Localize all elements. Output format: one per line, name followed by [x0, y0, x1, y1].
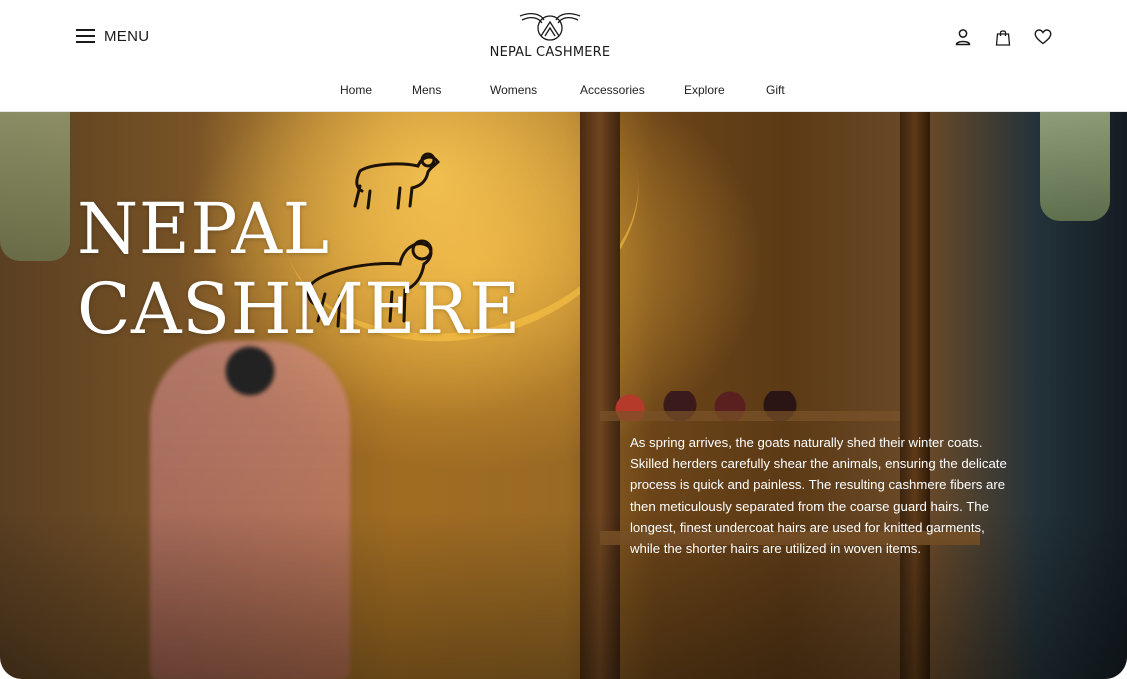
logo-text: NEPAL CASHMERE	[489, 45, 611, 60]
nav-explore[interactable]: Explore	[684, 83, 725, 97]
main-nav: Home Mens Womens Accessories Explore Gif…	[0, 83, 1127, 99]
brand-logo[interactable]: NEPAL CASHMERE	[470, 10, 630, 66]
menu-label: MENU	[104, 27, 150, 45]
hero-title-line1: NEPAL	[77, 188, 330, 270]
nav-accessories[interactable]: Accessories	[580, 83, 645, 97]
left-carving	[0, 111, 70, 261]
hamburger-icon	[76, 29, 95, 43]
shelf-upper	[600, 411, 900, 421]
hero-description: As spring arrives, the goats naturally s…	[630, 435, 1007, 557]
nav-mens[interactable]: Mens	[412, 83, 441, 97]
account-button[interactable]	[953, 27, 973, 47]
user-icon	[955, 29, 971, 46]
header-actions	[953, 27, 1053, 47]
shopping-bag-icon	[995, 29, 1011, 46]
wishlist-button[interactable]	[1033, 27, 1053, 47]
heart-icon	[1034, 29, 1052, 45]
right-carving	[1040, 111, 1110, 221]
menu-button[interactable]: MENU	[76, 26, 149, 46]
goat-emblem-icon	[519, 13, 581, 41]
hero-title: NEPAL CASHMERE	[77, 189, 521, 349]
hero-banner: NEPAL CASHMERE As spring arrives, the go…	[0, 111, 1127, 679]
nav-gift[interactable]: Gift	[766, 83, 785, 97]
nav-home[interactable]: Home	[340, 83, 372, 97]
nav-womens[interactable]: Womens	[490, 83, 537, 97]
hero-title-line2: CASHMERE	[77, 268, 521, 350]
site-header: MENU NEPAL CASHMERE Home Mens Womens Acc…	[0, 0, 1127, 112]
cart-button[interactable]	[993, 27, 1013, 47]
